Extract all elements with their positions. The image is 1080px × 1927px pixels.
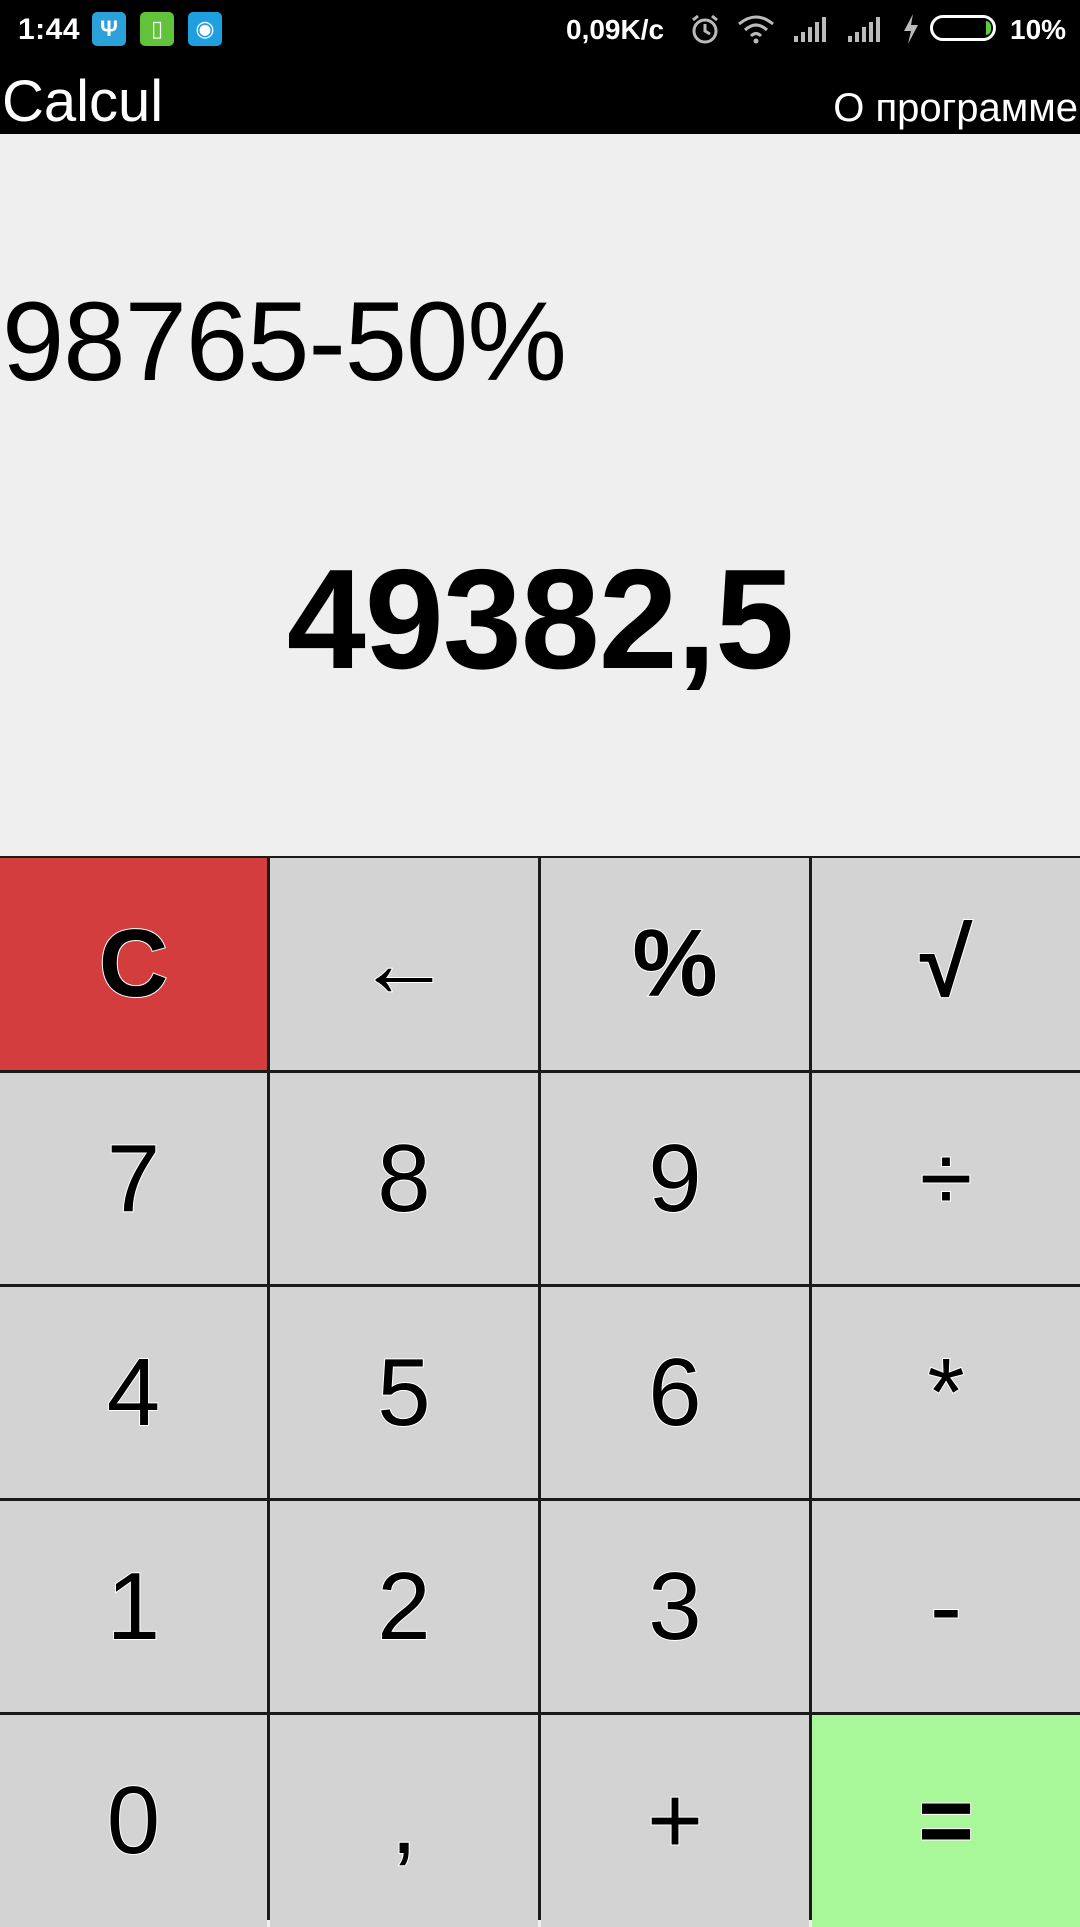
backspace-button[interactable]: ← (270, 858, 538, 1070)
plus-label: + (646, 1766, 704, 1875)
digit-9-button[interactable]: 9 (541, 1073, 809, 1284)
network-speed: 0,09K/c (566, 14, 665, 45)
drop-app-icon: ◉ (188, 12, 222, 46)
clear-label: C (98, 909, 169, 1018)
digit-2-label: 2 (376, 1552, 431, 1661)
wifi-icon (738, 15, 774, 44)
usb-icon: Ψ (92, 12, 126, 46)
battery-percent: 10% (1010, 14, 1067, 45)
sqrt-button[interactable]: √ (812, 858, 1080, 1070)
keypad: C ←% √ 7 8 9 ÷ 4 5 6 * 1 2 3 - 0, + = (0, 856, 1080, 1927)
alarm-icon (692, 14, 718, 44)
digit-8-label: 8 (376, 1124, 431, 1233)
divide-button[interactable]: ÷ (812, 1073, 1080, 1284)
calculator-display: 98765-50% 49382,5 (0, 134, 1080, 856)
digit-7-label: 7 (106, 1124, 161, 1233)
signal-icon-2 (848, 17, 880, 42)
percent-button[interactable]: % (541, 858, 809, 1070)
digit-1-button[interactable]: 1 (0, 1501, 267, 1712)
result-text: 49382,5 (286, 540, 794, 699)
digit-1-label: 1 (106, 1552, 161, 1661)
decimal-comma-label: , (390, 1766, 419, 1875)
digit-6-button[interactable]: 6 (541, 1287, 809, 1498)
battery-app-icon: ▯ (140, 12, 174, 46)
equals-button[interactable]: = (812, 1715, 1080, 1927)
minus-button[interactable]: - (812, 1501, 1080, 1712)
digit-0-label: 0 (106, 1766, 161, 1875)
percent-label: % (631, 909, 718, 1018)
digit-7-button[interactable]: 7 (0, 1073, 267, 1284)
digit-3-label: 3 (647, 1552, 702, 1661)
app-bar: Calcul О программе (0, 60, 1080, 134)
app-title: Calcul (2, 69, 164, 134)
multiply-label: * (926, 1338, 965, 1447)
about-menu-item[interactable]: О программе (833, 86, 1078, 131)
digit-9-label: 9 (647, 1124, 702, 1233)
digit-3-button[interactable]: 3 (541, 1501, 809, 1712)
expression-text: 98765-50% (2, 279, 567, 404)
charging-icon (904, 14, 918, 44)
multiply-button[interactable]: * (812, 1287, 1080, 1498)
digit-6-label: 6 (647, 1338, 702, 1447)
backspace-label: ← (355, 909, 453, 1018)
status-time: 1:44 (18, 13, 81, 46)
equals-label: = (917, 1766, 975, 1875)
digit-2-button[interactable]: 2 (270, 1501, 538, 1712)
digit-5-label: 5 (376, 1338, 431, 1447)
decimal-comma-button[interactable]: , (270, 1715, 538, 1927)
signal-icon-1 (794, 17, 826, 42)
plus-button[interactable]: + (541, 1715, 809, 1927)
clear-button[interactable]: C (0, 858, 267, 1070)
digit-4-button[interactable]: 4 (0, 1287, 267, 1498)
divide-label: ÷ (919, 1124, 974, 1233)
minus-label: - (929, 1552, 963, 1661)
digit-8-button[interactable]: 8 (270, 1073, 538, 1284)
sqrt-label: √ (919, 909, 974, 1018)
battery-icon (930, 15, 996, 41)
digit-4-label: 4 (106, 1338, 161, 1447)
digit-5-button[interactable]: 5 (270, 1287, 538, 1498)
digit-0-button[interactable]: 0 (0, 1715, 267, 1927)
status-bar: 1:44 Ψ ▯ ◉ 0,09K/c 10% (0, 0, 1080, 60)
